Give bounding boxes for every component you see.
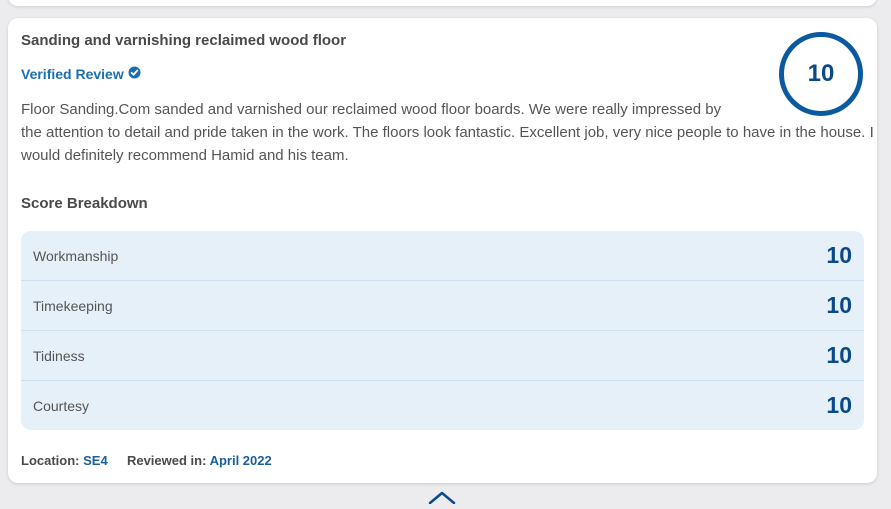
reviewed-value: April 2022 [209, 453, 272, 468]
review-text-rest: the attention to detail and pride taken … [21, 124, 874, 164]
previous-review-card [8, 0, 877, 6]
score-value: 10 [826, 342, 852, 368]
score-row-courtesy: Courtesy 10 [21, 380, 864, 430]
score-label: Tidiness [33, 347, 85, 364]
score-label: Workmanship [33, 247, 119, 264]
score-value: 10 [826, 292, 852, 318]
score-row-timekeeping: Timekeeping 10 [21, 280, 864, 330]
score-label: Courtesy [33, 397, 90, 414]
score-row-tidiness: Tidiness 10 [21, 330, 864, 380]
score-value: 10 [826, 392, 852, 418]
review-card: Sanding and varnishing reclaimed wood fl… [8, 18, 877, 483]
check-badge-icon [128, 66, 141, 82]
reviewed-label: Reviewed in: [126, 453, 207, 468]
score-value: 10 [826, 242, 852, 268]
score-breakdown-heading: Score Breakdown [21, 195, 148, 212]
review-text-line1: Floor Sanding.Com sanded and varnished o… [21, 101, 722, 118]
score-row-workmanship: Workmanship 10 [21, 231, 864, 280]
location-label: Location: [21, 453, 80, 468]
review-meta: Location: SE4 Reviewed in: April 2022 [21, 453, 272, 468]
verified-review-badge: Verified Review [21, 66, 141, 82]
score-breakdown-table: Workmanship 10 Timekeeping 10 Tidiness 1… [21, 231, 864, 430]
score-label: Timekeeping [33, 297, 113, 314]
verified-label: Verified Review [21, 66, 124, 82]
chevron-up-icon[interactable] [428, 490, 456, 509]
review-text: Floor Sanding.Com sanded and varnished o… [21, 98, 881, 167]
location-value: SE4 [83, 453, 108, 468]
review-title: Sanding and varnishing reclaimed wood fl… [21, 32, 347, 49]
